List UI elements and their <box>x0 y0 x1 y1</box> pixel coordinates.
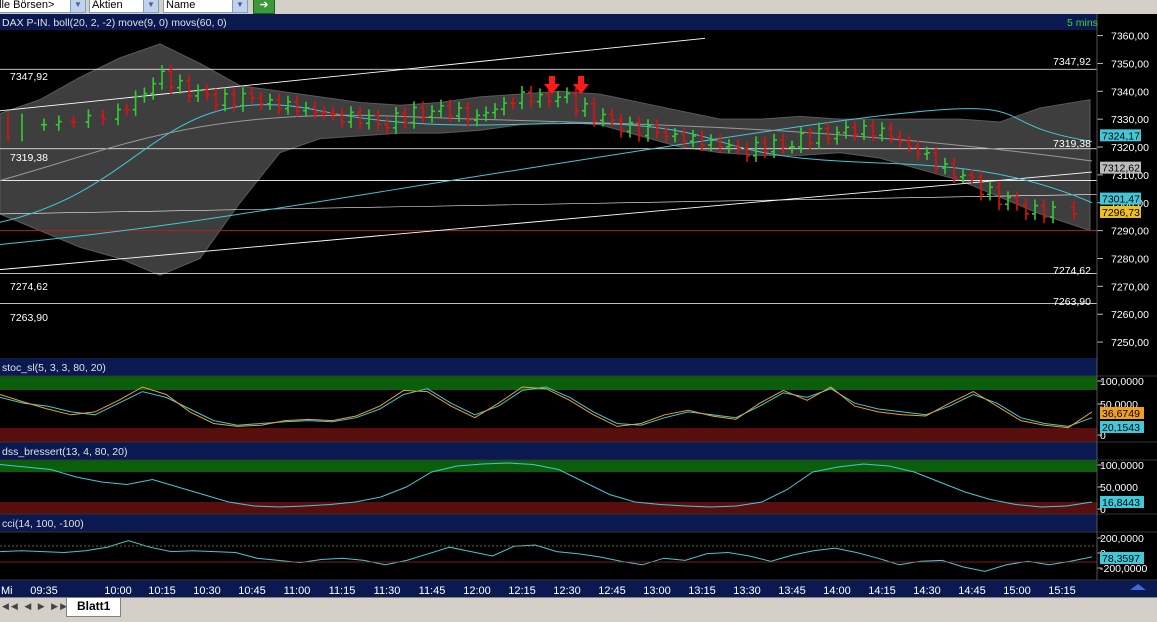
time-axis-label: 09:35 <box>30 585 58 597</box>
panel-header-3 <box>0 514 1097 532</box>
price-tick-label: 7250,00 <box>1111 337 1149 349</box>
cci-label: cci(14, 100, -100) <box>2 518 84 530</box>
level-label: 7319,38 <box>10 152 48 164</box>
stoch-label: stoc_sl(5, 3, 3, 80, 20) <box>2 362 106 374</box>
main-chart-label: DAX P-IN. boll(20, 2, -2) move(9, 0) mov… <box>2 17 227 29</box>
cci-bg <box>0 532 1097 580</box>
time-axis-label: 13:45 <box>778 585 806 597</box>
sheet-bar: ◀◀ ◀ ▶ ▶▶ Blatt1 <box>0 597 1157 622</box>
level-label: 7274,62 <box>10 281 48 293</box>
price-tick-label: 7340,00 <box>1111 86 1149 98</box>
chevron-down-icon[interactable]: ▼ <box>70 0 85 12</box>
indicator-value-label: 16,8443 <box>1102 497 1140 509</box>
market-select[interactable]: Aktien ▼ <box>89 0 159 13</box>
time-axis-label: 13:15 <box>688 585 716 597</box>
dss-label: dss_bressert(13, 4, 80, 20) <box>2 446 127 458</box>
time-axis-label: 11:00 <box>284 585 311 597</box>
price-tick-label: 7330,00 <box>1111 114 1149 126</box>
panel-header-2 <box>0 442 1097 460</box>
level-label: 7319,38 <box>1053 138 1091 150</box>
time-axis-label: 12:45 <box>598 585 626 597</box>
time-axis-label: 14:15 <box>868 585 896 597</box>
market-select-value: Aktien <box>92 0 123 11</box>
indicator-tick-label: 50,0000 <box>1100 482 1138 494</box>
level-label: 7263,90 <box>1053 296 1091 308</box>
dss-oversold-zone <box>0 502 1097 514</box>
sheet-nav-arrows-icon[interactable]: ◀◀ ◀ ▶ ▶▶ <box>2 601 69 612</box>
go-button[interactable]: ➜ <box>253 0 275 14</box>
price-tick-label: 7320,00 <box>1111 142 1149 154</box>
stoch-oversold-zone <box>0 428 1097 442</box>
level-label: 7263,90 <box>10 312 48 324</box>
time-axis-label: 11:30 <box>374 585 401 597</box>
time-axis-label: 12:15 <box>508 585 536 597</box>
panel-header-1 <box>0 358 1097 376</box>
time-axis-label: 14:30 <box>913 585 941 597</box>
chevron-down-icon[interactable]: ▼ <box>232 0 247 12</box>
time-axis-label: 11:45 <box>419 585 446 597</box>
dss-overbought-zone <box>0 460 1097 472</box>
sort-select[interactable]: Name ▼ <box>163 0 248 13</box>
price-tick-label: 7360,00 <box>1111 31 1149 43</box>
chart-area[interactable]: 7347,92 7319,38 7274,62 7263,90 7347,92 7319,… <box>0 14 1157 597</box>
time-axis-label: 12:30 <box>553 585 581 597</box>
level-label: 7347,92 <box>10 71 48 83</box>
time-axis-label: 12:00 <box>463 585 491 597</box>
sort-select-value: Name <box>166 0 195 11</box>
indicator-tick-label: 200,0000 <box>1100 533 1144 545</box>
exchange-select[interactable]: alle Börsen> ▼ <box>0 0 86 13</box>
indicator-tick-label: 100,0000 <box>1100 376 1144 388</box>
interval-label[interactable]: 5 mins <box>1067 17 1098 29</box>
price-tick-label: 7270,00 <box>1111 281 1149 293</box>
exchange-select-value: alle Börsen> <box>0 0 54 11</box>
price-tag-label: 7312,62 <box>1102 163 1140 175</box>
indicator-tick-label: 100,0000 <box>1100 460 1144 472</box>
time-axis-day: Mi <box>1 585 13 597</box>
time-axis-label: 15:15 <box>1048 585 1076 597</box>
time-axis-label: 14:45 <box>958 585 986 597</box>
time-axis-label: 13:00 <box>643 585 671 597</box>
time-axis-label: 10:15 <box>148 585 176 597</box>
price-tick-label: 7280,00 <box>1111 253 1149 265</box>
price-tick-label: 7260,00 <box>1111 309 1149 321</box>
sheet-tab-blatt1[interactable]: Blatt1 <box>66 598 121 617</box>
toolbar: alle Börsen> ▼ Aktien ▼ Name ▼ ➜ <box>0 0 1157 15</box>
indicator-value-label: 20,1543 <box>1102 422 1140 434</box>
indicator-value-label: 36,6749 <box>1102 408 1140 420</box>
time-axis-label: 13:30 <box>733 585 761 597</box>
price-tick-label: 7290,00 <box>1111 226 1149 238</box>
time-axis-label: 10:30 <box>193 585 221 597</box>
time-axis-label: 11:15 <box>329 585 356 597</box>
time-axis-label: 15:00 <box>1003 585 1031 597</box>
arrow-right-icon: ➜ <box>259 0 268 11</box>
price-tick-label: 7350,00 <box>1111 58 1149 70</box>
time-axis-label: 14:00 <box>823 585 851 597</box>
chevron-down-icon[interactable]: ▼ <box>143 0 158 12</box>
time-axis-label: 10:00 <box>104 585 132 597</box>
level-label: 7274,62 <box>1053 265 1091 277</box>
price-tag-label: 7296,73 <box>1102 207 1140 219</box>
price-tag-label: 7301,47 <box>1102 194 1140 206</box>
level-label: 7347,92 <box>1053 56 1091 68</box>
indicator-value-label: 78,3597 <box>1102 553 1140 565</box>
price-tag-label: 7324,17 <box>1102 130 1140 142</box>
time-axis-label: 10:45 <box>238 585 266 597</box>
